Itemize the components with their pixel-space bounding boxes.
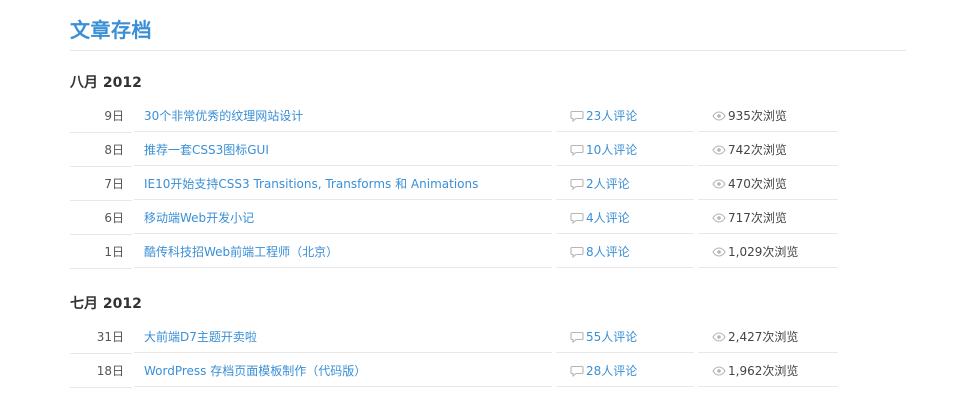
speech-bubble-icon [570, 110, 584, 123]
eye-icon [712, 366, 726, 376]
row-divider [70, 268, 132, 269]
post-title-link[interactable]: 大前端D7主题开卖啦 [134, 321, 552, 353]
views-cell: 470次浏览 [698, 168, 838, 200]
views-cell: 1,029次浏览 [698, 236, 838, 268]
speech-bubble-icon [570, 178, 584, 191]
archive-row: 7日 IE10开始支持CSS3 Transitions, Transforms … [70, 168, 840, 201]
post-day: 31日 [96, 330, 124, 344]
comments-count: 2人评论 [586, 177, 630, 191]
month-heading: 七月 2012 [70, 296, 142, 312]
speech-bubble-icon [570, 246, 584, 259]
post-day: 1日 [104, 245, 124, 259]
post-title-link[interactable]: 30个非常优秀的纹理网站设计 [134, 100, 552, 132]
comments-link[interactable]: 4人评论 [556, 202, 694, 234]
views-cell: 717次浏览 [698, 202, 838, 234]
views-cell: 742次浏览 [698, 134, 838, 166]
comments-count: 23人评论 [586, 109, 638, 123]
views-cell: 935次浏览 [698, 100, 838, 132]
views-count: 935次浏览 [728, 109, 787, 123]
views-count: 2,427次浏览 [728, 330, 799, 344]
row-divider [70, 353, 132, 354]
post-title-link[interactable]: WordPress 存档页面模板制作（代码版） [134, 355, 552, 387]
views-cell: 1,962次浏览 [698, 355, 838, 387]
row-divider [70, 166, 132, 167]
comments-count: 55人评论 [586, 330, 638, 344]
archive-row: 18日 WordPress 存档页面模板制作（代码版） 28人评论 1,962次… [70, 355, 840, 388]
eye-icon [712, 145, 726, 155]
row-divider [70, 132, 132, 133]
comments-link[interactable]: 8人评论 [556, 236, 694, 268]
comments-link[interactable]: 2人评论 [556, 168, 694, 200]
speech-bubble-icon [570, 331, 584, 344]
post-day: 7日 [104, 177, 124, 191]
post-title-link[interactable]: 移动端Web开发小记 [134, 202, 552, 234]
page-title: 文章存档 [70, 18, 152, 42]
eye-icon [712, 179, 726, 189]
post-day: 18日 [96, 364, 124, 378]
views-count: 717次浏览 [728, 211, 787, 225]
comments-link[interactable]: 55人评论 [556, 321, 694, 353]
comments-link[interactable]: 10人评论 [556, 134, 694, 166]
row-divider [70, 387, 132, 388]
speech-bubble-icon [570, 212, 584, 225]
row-divider [70, 200, 132, 201]
title-divider [70, 50, 906, 51]
post-day: 9日 [104, 109, 124, 123]
views-cell: 2,427次浏览 [698, 321, 838, 353]
views-count: 1,962次浏览 [728, 364, 799, 378]
archive-page: 文章存档 八月 2012 9日 30个非常优秀的纹理网站设计 23人评论 935… [0, 0, 960, 400]
archive-row: 6日 移动端Web开发小记 4人评论 717次浏览 [70, 202, 840, 235]
eye-icon [712, 247, 726, 257]
post-title-link[interactable]: 推荐一套CSS3图标GUI [134, 134, 552, 166]
post-day: 6日 [104, 211, 124, 225]
comments-count: 8人评论 [586, 245, 630, 259]
views-count: 742次浏览 [728, 143, 787, 157]
archive-row: 1日 酷传科技招Web前端工程师（北京） 8人评论 1,029次浏览 [70, 236, 840, 269]
eye-icon [712, 332, 726, 342]
archive-row: 8日 推荐一套CSS3图标GUI 10人评论 742次浏览 [70, 134, 840, 167]
views-count: 470次浏览 [728, 177, 787, 191]
eye-icon [712, 213, 726, 223]
month-heading: 八月 2012 [70, 75, 142, 91]
speech-bubble-icon [570, 144, 584, 157]
post-title-link[interactable]: 酷传科技招Web前端工程师（北京） [134, 236, 552, 268]
row-divider [70, 234, 132, 235]
comments-link[interactable]: 28人评论 [556, 355, 694, 387]
post-title-link[interactable]: IE10开始支持CSS3 Transitions, Transforms 和 A… [134, 168, 552, 200]
post-day: 8日 [104, 143, 124, 157]
speech-bubble-icon [570, 365, 584, 378]
eye-icon [712, 111, 726, 121]
comments-link[interactable]: 23人评论 [556, 100, 694, 132]
comments-count: 28人评论 [586, 364, 638, 378]
comments-count: 10人评论 [586, 143, 638, 157]
archive-row: 9日 30个非常优秀的纹理网站设计 23人评论 935次浏览 [70, 100, 840, 133]
views-count: 1,029次浏览 [728, 245, 799, 259]
comments-count: 4人评论 [586, 211, 630, 225]
archive-row: 31日 大前端D7主题开卖啦 55人评论 2,427次浏览 [70, 321, 840, 354]
